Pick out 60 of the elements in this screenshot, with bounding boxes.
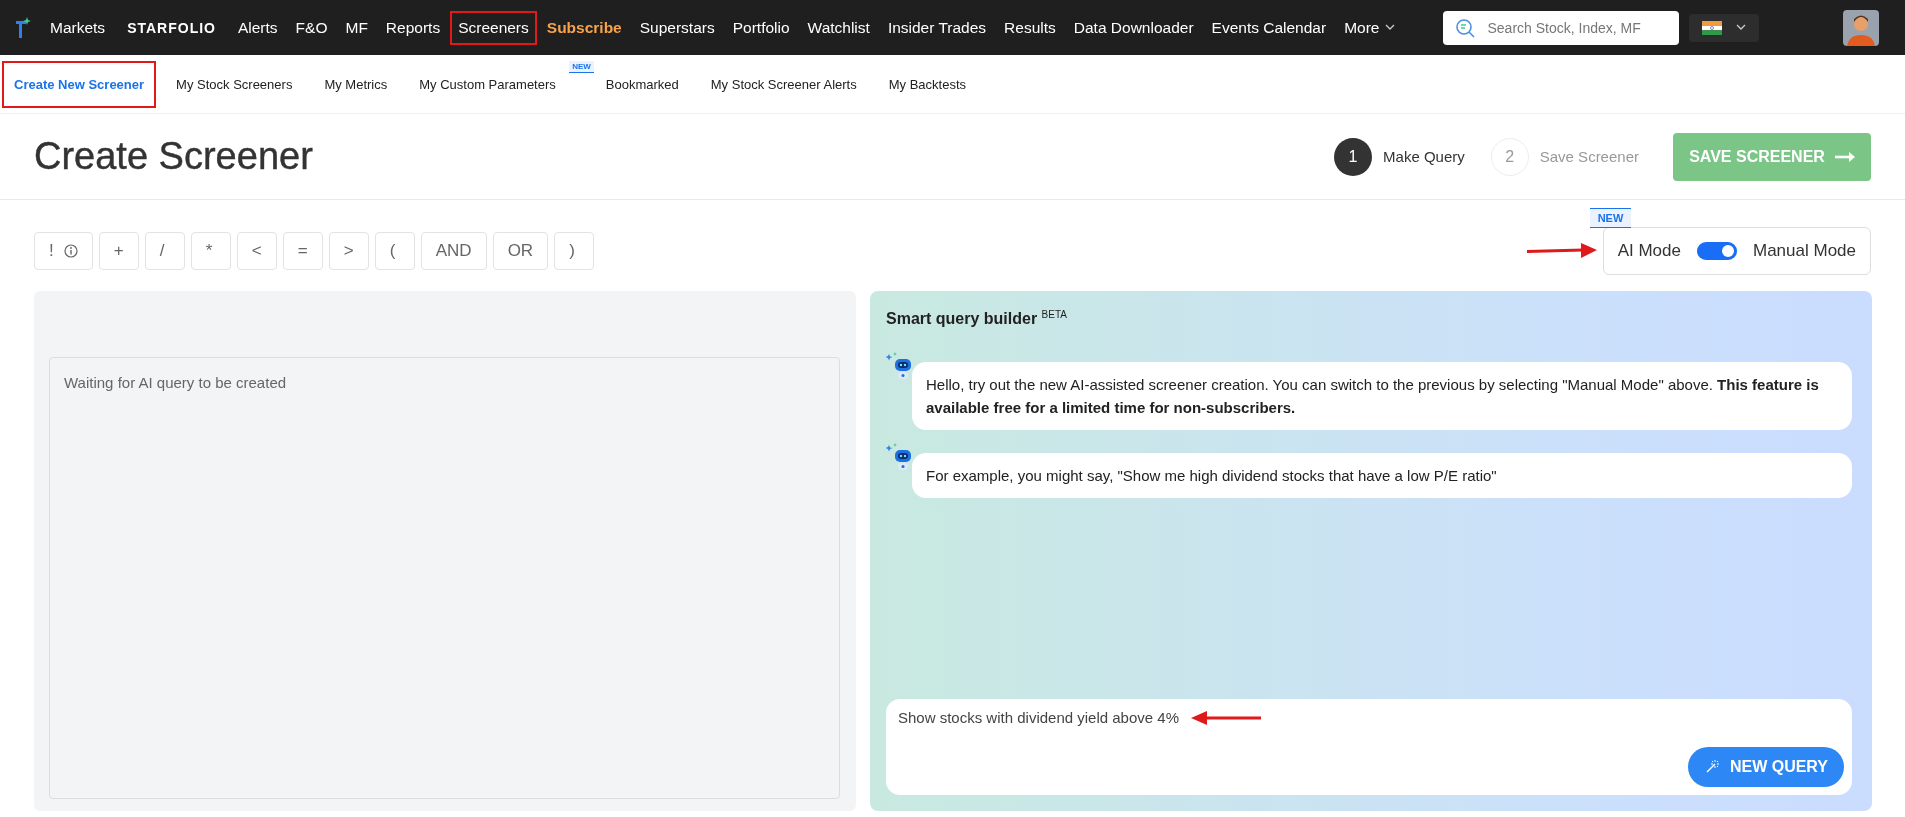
step-label: Make Query [1383, 148, 1465, 165]
caret-icon [1385, 24, 1396, 31]
starfolio-link[interactable]: STARFOLIO [119, 11, 224, 44]
operator-button[interactable]: AND [420, 232, 487, 270]
operator-button[interactable]: ) [554, 232, 595, 270]
step-number: 1 [1334, 137, 1373, 176]
nav-link[interactable]: Screeners [450, 10, 537, 45]
tab[interactable]: Create New Screener [2, 60, 157, 108]
nav-link[interactable]: Insider Trades [879, 10, 995, 45]
tab[interactable]: My Stock Screener Alerts [698, 60, 869, 108]
operator-button[interactable]: > [328, 232, 369, 270]
operator-button[interactable]: OR [492, 232, 549, 270]
logo-icon [14, 16, 32, 39]
operator-button[interactable]: < [236, 232, 277, 270]
robot-icon [886, 352, 914, 381]
step-label: Save Screener [1539, 148, 1639, 165]
tab[interactable]: My Stock Screeners [164, 60, 305, 108]
nav-link[interactable]: Watchlist [799, 10, 878, 45]
flag-icon [1702, 20, 1723, 35]
panel-title: Smart query builder $^{BETA}$ [886, 309, 1068, 329]
nav-link[interactable]: Markets [42, 10, 114, 45]
operator-button[interactable]: = [282, 232, 323, 270]
nav-link[interactable]: Results [996, 10, 1064, 45]
search-icon [1455, 17, 1476, 38]
operator-button[interactable]: ( [374, 232, 415, 270]
search-bar[interactable]: Search Stock, Index, MF [1443, 10, 1680, 45]
nav-link[interactable]: F&O [287, 10, 336, 45]
query-input[interactable]: Show stocks with dividend yield above 4% NEW QUERY [886, 699, 1852, 795]
robot-icon [886, 443, 914, 472]
mode-label: AI Mode [1617, 241, 1681, 261]
nav-link[interactable]: Data Downloader [1065, 10, 1202, 45]
nav-link[interactable]: Superstars [631, 10, 723, 45]
operator-button[interactable]: / [144, 232, 185, 270]
nav-link[interactable]: MF [337, 10, 376, 45]
tab[interactable]: My Metrics [312, 60, 400, 108]
tab[interactable]: Bookmarked [593, 60, 691, 108]
nav-link[interactable]: Subscribe [538, 10, 630, 45]
info-icon [63, 244, 78, 258]
nav-link[interactable]: Alerts [229, 10, 286, 45]
new-badge: NEW [569, 60, 594, 73]
chat-message: Hello, try out the new AI-assisted screener creation. You can switch to the previous by selecting "Manual Mode" above. This feature is available free for a limited time for non-subscribers. [912, 362, 1852, 431]
nav-link[interactable]: Events Calendar [1203, 10, 1335, 45]
avatar-icon[interactable] [1843, 9, 1879, 46]
country-dropdown[interactable] [1689, 13, 1760, 42]
new-badge: NEW [1589, 208, 1632, 228]
operator-button[interactable]: + [98, 232, 139, 270]
caret-icon [1736, 24, 1747, 31]
page-title: Create Screener [34, 135, 314, 178]
tab[interactable]: My Backtests [876, 60, 979, 108]
chat-message: For example, you might say, "Show me high dividend stocks that have a low P/E ratio" [912, 453, 1852, 499]
query-editor[interactable]: Waiting for AI query to be created [49, 357, 840, 799]
arrow-right-icon [1834, 150, 1855, 163]
mode-toggle[interactable] [1697, 242, 1737, 260]
mode-label: Manual Mode [1753, 241, 1856, 261]
nav-link[interactable]: More [1336, 10, 1404, 45]
new-query-button[interactable]: NEW QUERY [1687, 747, 1844, 787]
operator-button[interactable]: * [190, 232, 231, 270]
operator-button[interactable]: ! [34, 232, 93, 270]
nav-link[interactable]: Portfolio [724, 10, 798, 45]
nav-link[interactable]: Reports [377, 10, 449, 45]
